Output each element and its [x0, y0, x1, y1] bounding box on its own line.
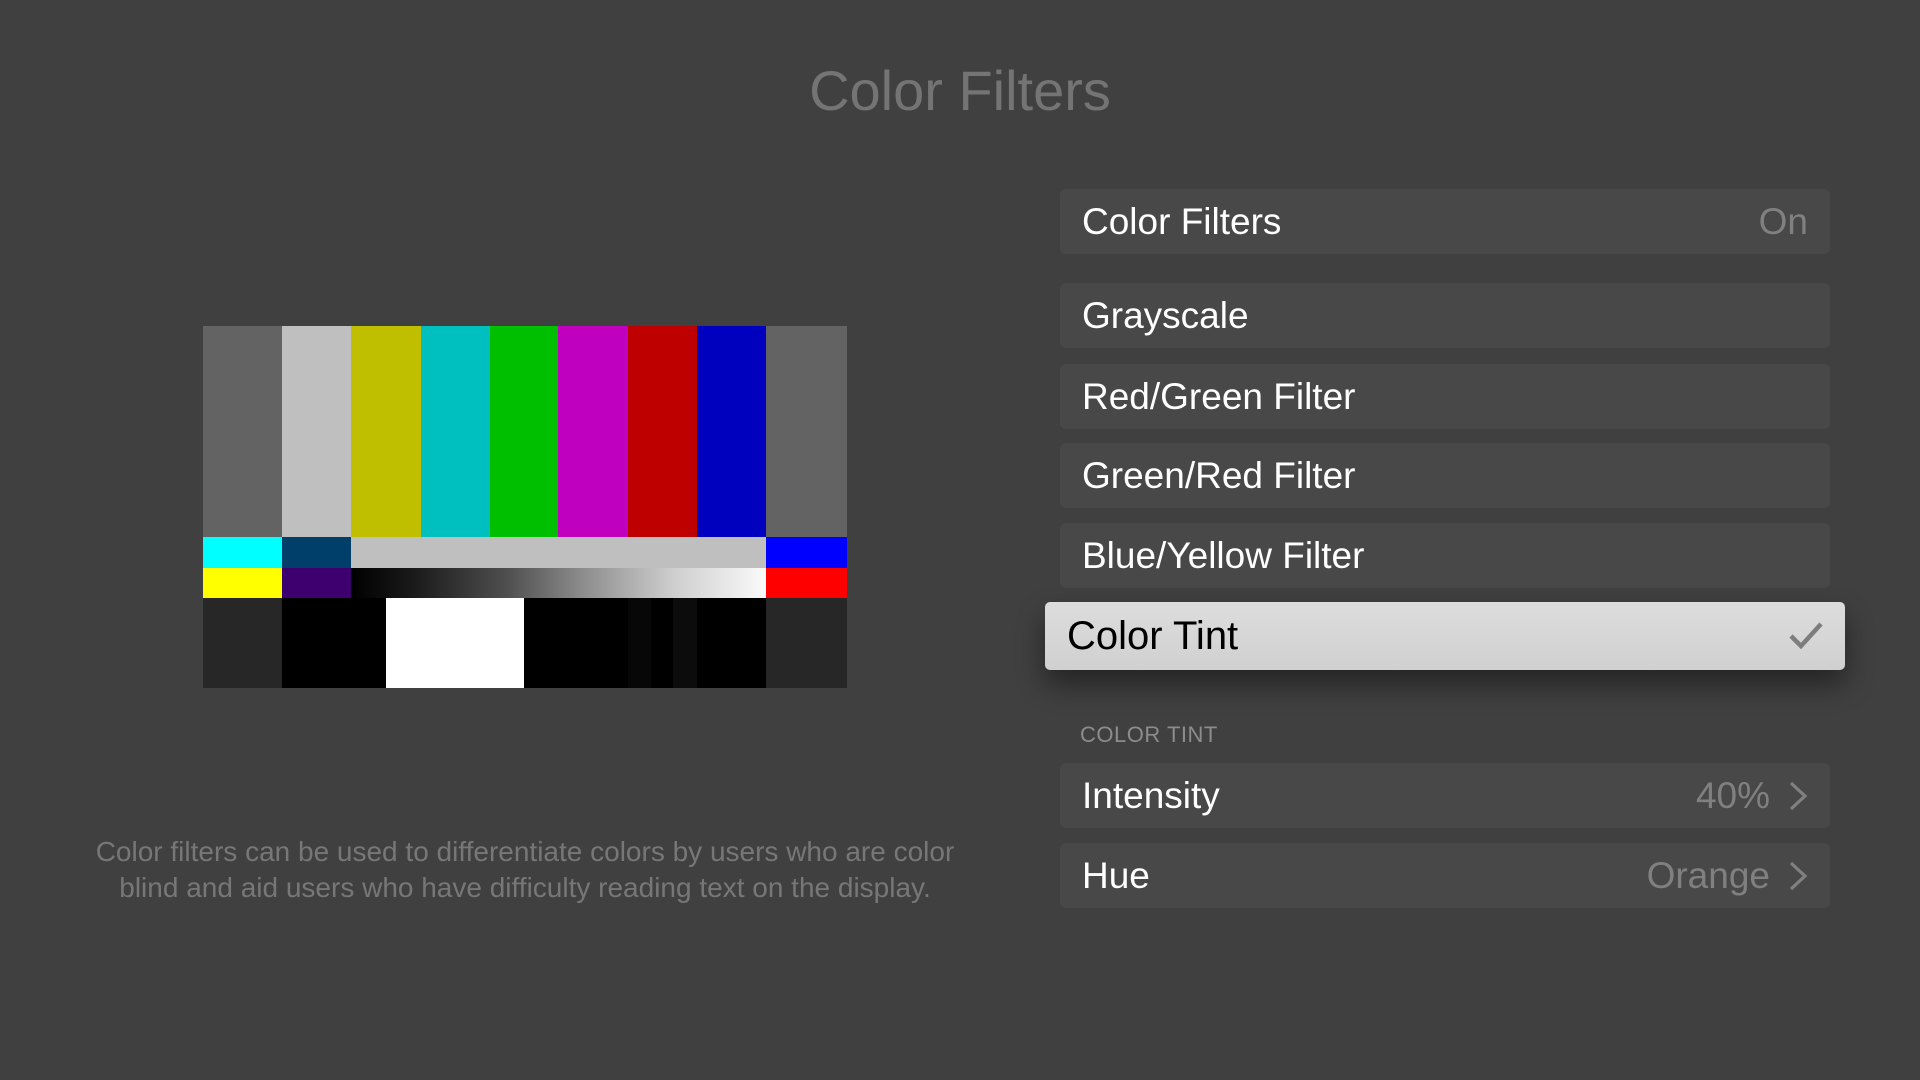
chevron-right-icon [1789, 781, 1808, 810]
row-label: Color Tint [1067, 613, 1239, 658]
bottom-dark-left [203, 598, 282, 688]
filter-option-green-red[interactable]: Green/Red Filter [1060, 443, 1830, 508]
bar-light-gray [282, 326, 351, 537]
bar-blue [697, 326, 766, 537]
chevron-right-icon [1789, 861, 1808, 890]
swatch-cyan [203, 537, 282, 568]
filter-option-blue-yellow[interactable]: Blue/Yellow Filter [1060, 523, 1830, 588]
row-label: Color Filters [1082, 200, 1282, 242]
hue-value: Orange [1646, 854, 1770, 896]
row-label: Intensity [1082, 774, 1220, 816]
swatch-blue [766, 537, 847, 568]
row-label: Blue/Yellow Filter [1082, 534, 1365, 576]
bar-green [490, 326, 558, 537]
row-label: Red/Green Filter [1082, 375, 1356, 417]
pluge-2 [651, 598, 673, 688]
color-tint-section-header: COLOR TINT [1080, 722, 1218, 747]
row-label: Grayscale [1082, 294, 1249, 336]
swatch-light-gray [351, 537, 766, 568]
bar-red [628, 326, 697, 537]
filter-option-red-green[interactable]: Red/Green Filter [1060, 364, 1830, 429]
swatch-purple [282, 568, 351, 598]
bar-magenta [558, 326, 628, 537]
bar-yellow [351, 326, 421, 537]
bar-gray-left [203, 326, 282, 537]
row-value: On [1758, 200, 1808, 242]
color-filters-toggle-row[interactable]: Color Filters On [1060, 189, 1830, 254]
intensity-value: 40% [1695, 774, 1770, 816]
bottom-black-2 [524, 598, 628, 688]
swatch-red [766, 568, 847, 598]
pluge-3 [673, 598, 697, 688]
filter-option-grayscale[interactable]: Grayscale [1060, 283, 1830, 348]
color-test-pattern [203, 326, 847, 688]
bottom-black-3 [697, 598, 766, 688]
pluge-1 [628, 598, 651, 688]
hue-row[interactable]: Hue Orange [1060, 843, 1830, 908]
swatch-navy [282, 537, 351, 568]
intensity-row[interactable]: Intensity 40% [1060, 763, 1830, 828]
row-label: Green/Red Filter [1082, 454, 1356, 496]
grayscale-ramp [351, 568, 766, 598]
row-label: Hue [1082, 854, 1150, 896]
bottom-white [386, 598, 524, 688]
bottom-black-1 [282, 598, 386, 688]
description-text: Color filters can be used to differentia… [95, 836, 955, 903]
bar-gray-right [766, 326, 847, 537]
checkmark-icon [1789, 621, 1823, 651]
swatch-yellow [203, 568, 282, 598]
bar-cyan [421, 326, 490, 537]
bottom-dark-right [766, 598, 847, 688]
filter-option-color-tint[interactable]: Color Tint [1045, 602, 1845, 670]
page-title: Color Filters [809, 59, 1111, 122]
